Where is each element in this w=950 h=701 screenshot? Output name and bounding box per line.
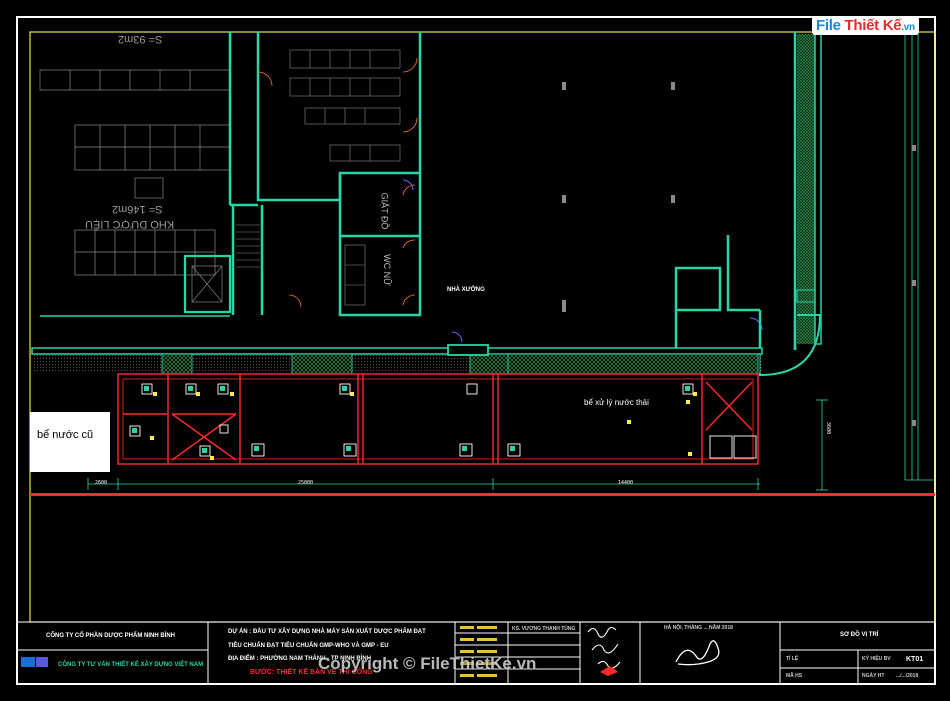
code-label: MÃ HS: [786, 673, 803, 679]
consultant-logo: [21, 657, 35, 667]
cad-drawing-canvas: bể nước cũ bể xử lý nước thải NHÀ XƯỞNG …: [0, 0, 950, 701]
door-swings: [257, 57, 418, 308]
workshop-walls: [674, 32, 797, 350]
dim-2600: 2600: [95, 480, 108, 486]
room-fixtures: [236, 49, 401, 306]
treatment-tank: [117, 373, 759, 465]
date-label: NGÀY HT: [862, 673, 885, 679]
signature-1: [587, 626, 621, 669]
warehouse-label: KHO DƯỢC LIỆU: [85, 218, 175, 230]
workshop-columns: [562, 82, 675, 312]
floor-plan-drawing: [16, 16, 936, 685]
file-thiet-ke-logo[interactable]: File Thiết Kế.vn: [812, 12, 919, 38]
laundry-label: GIẶT ĐỒ: [379, 192, 390, 230]
top-area-label: S= 93m2: [118, 33, 163, 45]
copyright-watermark: Copyright © FileThietKe.vn: [318, 654, 537, 673]
logo-name: File Thiết Kế: [816, 16, 902, 34]
sheet-label: KÝ HIỆU BV: [862, 656, 891, 662]
elevator-shaft: [183, 254, 232, 314]
existing-tank-label: bể nước cũ: [37, 429, 94, 441]
sheet-number: KT01: [906, 656, 924, 663]
site-boundary: [30, 493, 935, 496]
facade-hatch: [797, 34, 815, 344]
logo-domain: .vn: [901, 21, 915, 33]
drawing-title: SƠ ĐỒ VỊ TRÍ: [840, 632, 879, 638]
existing-tank-box: [30, 412, 110, 472]
tank-equipment-fill: [132, 386, 690, 453]
date-value: .../.../2018: [896, 673, 919, 679]
signature-2: [675, 640, 720, 666]
warehouse-area: [39, 32, 232, 317]
dim-3600: 3600: [825, 421, 832, 435]
workshop-label: NHÀ XƯỞNG: [447, 287, 485, 293]
company-name: CÔNG TY CỔ PHẦN DƯỢC PHẨM NINH BÌNH: [46, 633, 175, 639]
consultant-name: CÔNG TY TƯ VẤN THIẾT KẾ XÂY DỰNG VIỆT NA…: [58, 662, 204, 668]
drawing-date: HÀ NỘI, THÁNG ... NĂM 2018: [664, 625, 733, 631]
logo-text: File Thiết Kế.vn: [812, 15, 919, 35]
warehouse-area: S= 146m2: [112, 203, 163, 215]
wc-label: WC NỮ: [381, 254, 392, 286]
project-line-1: DỰ ÁN : ĐẦU TƯ XÂY DỰNG NHÀ MÁY SẢN XUẤT…: [228, 629, 426, 635]
engineer-name: KS. VƯƠNG THANH TÙNG: [512, 626, 576, 632]
project-line-2: TIÊU CHUẨN ĐẠT TIÊU CHUẨN GMP-WHO VÀ GMP…: [228, 643, 389, 649]
perimeter-band: [31, 344, 763, 375]
right-strip: [904, 34, 935, 481]
dim-14400: 14400: [618, 480, 634, 486]
scale-label: TỈ LỆ: [786, 656, 799, 662]
tank-equipment: [129, 383, 757, 459]
treatment-tank-label: bể xử lý nước thải: [584, 398, 649, 407]
dim-25000: 25000: [298, 480, 314, 486]
